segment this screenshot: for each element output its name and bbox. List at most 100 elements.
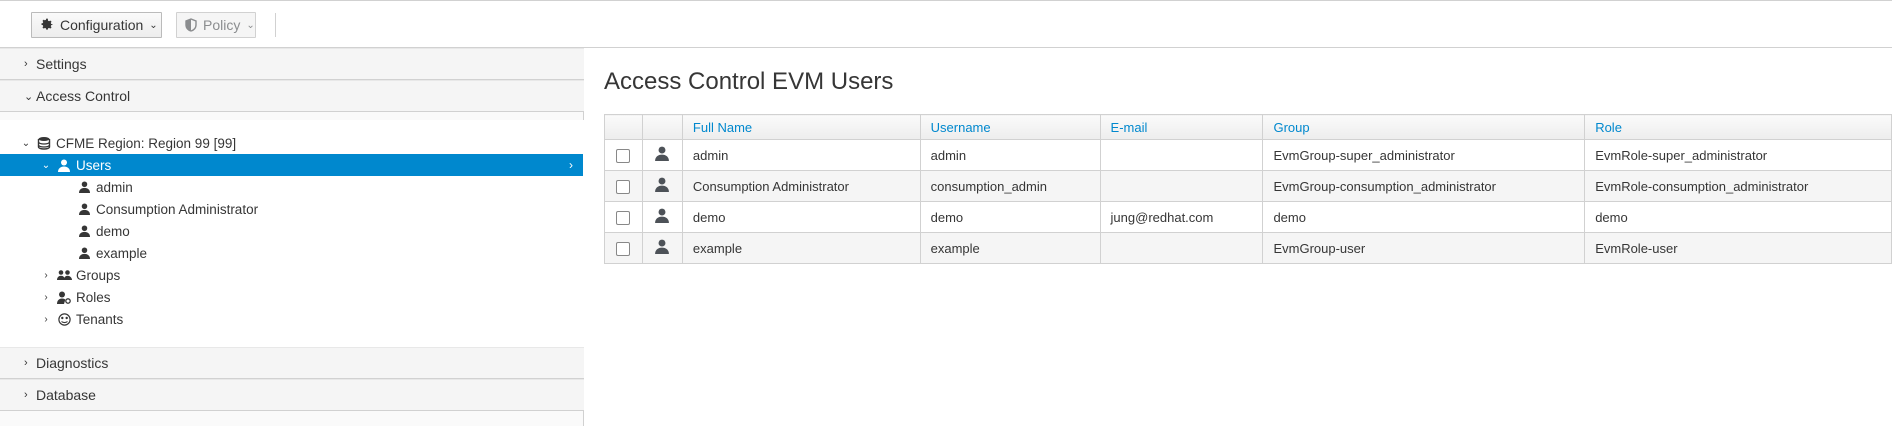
cell-group: EvmGroup-consumption_administrator <box>1262 170 1586 202</box>
gear-icon <box>40 18 54 32</box>
tree-node-region[interactable]: ⌄ CFME Region: Region 99 [99] <box>0 132 583 154</box>
cell-role: demo <box>1584 201 1892 233</box>
column-header-group[interactable]: Group <box>1262 114 1586 140</box>
row-checkbox[interactable] <box>616 241 631 256</box>
column-header-email[interactable]: E-mail <box>1099 114 1264 140</box>
column-header-full-name[interactable]: Full Name <box>681 114 921 140</box>
row-checkbox[interactable] <box>616 210 631 225</box>
table-row[interactable]: demo demo jung@redhat.com demo demo <box>604 201 1892 233</box>
tree-node-region-label: CFME Region: Region 99 [99] <box>56 135 237 151</box>
tree-node-roles-label: Roles <box>76 289 111 305</box>
toolbar-divider <box>275 13 276 37</box>
chevron-down-icon: ⌄ <box>149 19 158 31</box>
row-checkbox[interactable] <box>616 179 631 194</box>
accordion-diagnostics[interactable]: › Diagnostics <box>0 347 584 379</box>
cell-role: EvmRole-user <box>1584 232 1892 264</box>
user-icon <box>655 208 670 226</box>
accordion-access-control[interactable]: ⌄ Access Control <box>0 80 584 112</box>
icon-column-header <box>641 114 683 140</box>
row-select-cell <box>604 170 643 202</box>
tree-node-tenants-label: Tenants <box>76 311 124 327</box>
user-icon <box>655 146 670 164</box>
tree-node-user-example[interactable]: example <box>0 242 583 264</box>
tree-node-label: admin <box>96 179 133 195</box>
cell-group: demo <box>1262 201 1586 233</box>
row-select-cell <box>604 201 643 233</box>
table-row[interactable]: example example EvmGroup-user EvmRole-us… <box>604 232 1892 264</box>
chevron-right-icon: › <box>44 313 48 325</box>
chevron-down-icon: ⌄ <box>41 159 51 171</box>
database-icon <box>36 136 52 150</box>
user-icon <box>56 159 72 172</box>
accordion-settings-label: Settings <box>36 56 87 72</box>
tree-node-user-demo[interactable]: demo <box>0 220 583 242</box>
chevron-right-icon: › <box>569 158 573 172</box>
cell-username: admin <box>919 139 1101 171</box>
row-select-cell <box>604 139 643 171</box>
tree-node-roles[interactable]: › Roles <box>0 286 583 308</box>
column-header-role[interactable]: Role <box>1584 114 1892 140</box>
user-icon <box>76 247 92 259</box>
tenant-icon <box>56 312 72 326</box>
tree-node-tenants[interactable]: › Tenants <box>0 308 583 330</box>
accordion-settings[interactable]: › Settings <box>0 48 584 80</box>
row-icon-cell <box>641 170 683 202</box>
page-title: Access Control EVM Users <box>604 68 894 95</box>
cell-username: example <box>919 232 1101 264</box>
select-column-header <box>604 114 643 140</box>
cell-group: EvmGroup-super_administrator <box>1262 139 1586 171</box>
user-role-icon <box>56 291 72 304</box>
cell-role: EvmRole-consumption_administrator <box>1584 170 1892 202</box>
tree-node-groups-label: Groups <box>76 267 121 283</box>
policy-button[interactable]: Policy ⌄ <box>176 12 256 38</box>
tree-node-label: Consumption Administrator <box>96 201 259 217</box>
cell-username: consumption_admin <box>919 170 1101 202</box>
tree-node-groups[interactable]: › Groups <box>0 264 583 286</box>
sidebar: › Settings ⌄ Access Control ⌄ CFME Regio… <box>0 48 584 426</box>
users-group-icon <box>56 269 72 281</box>
chevron-down-icon: ⌄ <box>24 90 34 103</box>
policy-label: Policy <box>203 17 241 33</box>
cell-full-name: demo <box>681 201 921 233</box>
tree-node-user-admin[interactable]: admin <box>0 176 583 198</box>
accordion-database[interactable]: › Database <box>0 379 584 411</box>
user-icon <box>655 177 670 195</box>
chevron-right-icon: › <box>44 291 48 303</box>
shield-icon <box>185 18 197 32</box>
chevron-right-icon: › <box>24 389 28 401</box>
tree-node-label: example <box>96 245 148 261</box>
chevron-right-icon: › <box>44 269 48 281</box>
cell-email <box>1099 170 1264 202</box>
chevron-right-icon: › <box>24 58 28 70</box>
table-row[interactable]: Consumption Administrator consumption_ad… <box>604 170 1892 202</box>
cell-email <box>1099 139 1264 171</box>
row-checkbox[interactable] <box>616 148 631 163</box>
cell-email <box>1099 232 1264 264</box>
row-select-cell <box>604 232 643 264</box>
cell-role: EvmRole-super_administrator <box>1584 139 1892 171</box>
cell-username: demo <box>919 201 1101 233</box>
user-icon <box>655 239 670 257</box>
tree-node-user-consumption-administrator[interactable]: Consumption Administrator <box>0 198 583 220</box>
table-row[interactable]: admin admin EvmGroup-super_administrator… <box>604 139 1892 171</box>
cell-full-name: example <box>681 232 921 264</box>
access-control-tree: ⌄ CFME Region: Region 99 [99] ⌄ Users › … <box>0 120 584 350</box>
chevron-right-icon: › <box>24 357 28 369</box>
configuration-button[interactable]: Configuration ⌄ <box>31 12 162 38</box>
chevron-down-icon: ⌄ <box>21 137 31 149</box>
tree-node-users[interactable]: ⌄ Users › <box>0 154 583 176</box>
cell-group: EvmGroup-user <box>1262 232 1586 264</box>
row-icon-cell <box>641 201 683 233</box>
tree-node-label: demo <box>96 223 130 239</box>
main-content: Access Control EVM Users Full Name Usern… <box>585 48 1892 426</box>
accordion-diagnostics-label: Diagnostics <box>36 355 109 371</box>
column-header-username[interactable]: Username <box>919 114 1101 140</box>
configuration-label: Configuration <box>60 17 144 33</box>
toolbar: Configuration ⌄ Policy ⌄ <box>0 0 1892 48</box>
cell-full-name: Consumption Administrator <box>681 170 921 202</box>
accordion-database-label: Database <box>36 387 96 403</box>
tree-node-users-label: Users <box>76 157 112 173</box>
users-table: Full Name Username E-mail Group Role adm… <box>604 114 1892 264</box>
chevron-down-icon: ⌄ <box>246 19 255 31</box>
cell-email: jung@redhat.com <box>1099 201 1264 233</box>
